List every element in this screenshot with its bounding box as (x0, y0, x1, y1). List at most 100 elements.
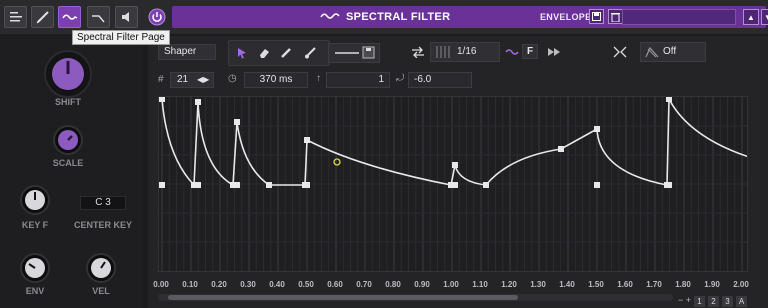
key-follow-knob[interactable] (20, 185, 50, 215)
x-tick-label: 0.70 (356, 280, 372, 289)
sustain-field[interactable]: 1 (326, 72, 390, 88)
play-skip-icon[interactable] (546, 45, 562, 59)
sustain-arrow-icon: ↑ (316, 73, 321, 84)
spectral-filter-page-tab[interactable] (58, 6, 81, 28)
preset-down-icon[interactable]: ▼ (761, 9, 768, 25)
mode-select[interactable]: Shaper (158, 44, 216, 60)
line-shape-select[interactable] (328, 43, 380, 63)
preset-up-icon[interactable]: ▲ (743, 9, 759, 25)
retrigger-select[interactable]: Off (640, 42, 706, 62)
x-tick-label: 1.30 (530, 280, 546, 289)
curve-icon: ⤾ (396, 73, 405, 84)
hash-icon: # (158, 74, 164, 85)
steps-field[interactable]: 21 ◀▶ (170, 72, 214, 88)
collapse-arrows-icon[interactable] (612, 45, 628, 59)
pencil-icon[interactable] (275, 43, 297, 63)
grid-select[interactable]: 1/16 (430, 42, 500, 62)
filter-curve-tab[interactable] (87, 6, 110, 28)
shuffle-icon[interactable] (410, 45, 426, 59)
page-button[interactable]: 2 (708, 296, 719, 307)
menu-icon[interactable] (4, 6, 27, 28)
save-preset-icon[interactable] (589, 9, 604, 24)
page-button[interactable]: 3 (722, 296, 733, 307)
envelope-node (234, 182, 240, 188)
x-tick-label: 1.20 (501, 280, 517, 289)
x-tick-label: 1.70 (646, 280, 662, 289)
x-tick-label: 1.00 (443, 280, 459, 289)
tooltip: Spectral Filter Page (72, 30, 170, 45)
shift-label: SHIFT (55, 97, 81, 107)
clock-icon: ◷ (228, 73, 237, 84)
wave-icon (320, 11, 342, 24)
x-tick-label: 0.20 (211, 280, 227, 289)
x-tick-label: 1.80 (675, 280, 691, 289)
f-button[interactable]: F (522, 44, 538, 59)
envelope-preset-field[interactable] (622, 9, 736, 25)
envelope-node (594, 182, 600, 188)
envelope-node (304, 137, 310, 143)
select-arrow-icon[interactable] (231, 43, 253, 63)
curve-field[interactable]: -6.0 (408, 72, 472, 88)
scale-knob[interactable] (53, 125, 83, 155)
retrigger-value: Off (663, 46, 677, 57)
vel-label: VEL (92, 286, 110, 296)
left-panel: SHIFT SCALE KEY F C 3 CENTER KEY ENV VEL (0, 34, 143, 308)
x-tick-label: 0.40 (269, 280, 285, 289)
envelope-node (234, 119, 240, 125)
x-tick-label: 1.40 (559, 280, 575, 289)
envelope-node (666, 97, 672, 102)
x-tick-label: 0.80 (385, 280, 401, 289)
brush-icon[interactable] (299, 43, 321, 63)
env-knob[interactable] (20, 253, 50, 283)
eraser-icon[interactable] (253, 43, 275, 63)
power-icon[interactable] (146, 7, 168, 27)
module-title-bar: SPECTRAL FILTER ENVELOPE ▲ ▼ (172, 6, 768, 28)
env-label: ENV (25, 286, 45, 296)
zoom-minus-plus-icon[interactable]: − + (678, 295, 691, 305)
x-tick-label: 1.90 (704, 280, 720, 289)
x-tick-label: 0.10 (182, 280, 198, 289)
edit-tools (228, 40, 330, 66)
envelope-node (452, 182, 458, 188)
horizontal-scrollbar[interactable] (158, 294, 673, 301)
envelope-node (594, 126, 600, 132)
envelope-node (159, 97, 165, 102)
delete-preset-icon[interactable] (608, 9, 623, 24)
page-button[interactable]: 1 (694, 296, 705, 307)
envelope-node (266, 182, 272, 188)
x-tick-label: 0.00 (153, 280, 169, 289)
pen-edit-icon[interactable] (31, 6, 54, 28)
envelope-graph[interactable] (158, 96, 748, 272)
envelope-graph-canvas[interactable] (159, 97, 747, 271)
envelope-node (195, 182, 201, 188)
snap-wave-icon[interactable] (504, 46, 520, 58)
velocity-knob[interactable] (86, 253, 116, 283)
curve-handle (333, 158, 341, 166)
x-tick-label: 0.90 (414, 280, 430, 289)
grid-value: 1/16 (457, 46, 477, 57)
center-key-label: CENTER KEY (74, 220, 133, 230)
x-tick-label: 1.50 (588, 280, 604, 289)
key-follow-label: KEY F (21, 220, 49, 230)
scrollbar-thumb[interactable] (168, 295, 518, 300)
speaker-icon[interactable] (115, 6, 138, 28)
shift-knob[interactable] (44, 50, 92, 98)
top-bar: SPECTRAL FILTER ENVELOPE ▲ ▼ (0, 0, 768, 34)
x-tick-label: 0.50 (298, 280, 314, 289)
x-tick-label: 0.30 (240, 280, 256, 289)
envelope-node (195, 99, 201, 105)
scale-label: SCALE (52, 158, 84, 168)
x-tick-label: 1.60 (617, 280, 633, 289)
x-tick-label: 0.60 (327, 280, 343, 289)
center-key-field[interactable]: C 3 (80, 196, 126, 210)
envelope-curve (161, 97, 747, 187)
x-tick-label: 2.00 (733, 280, 749, 289)
envelope-label: ENVELOPE (540, 12, 592, 22)
time-field[interactable]: 370 ms (244, 72, 308, 88)
envelope-node (304, 182, 310, 188)
page-button[interactable]: A (736, 296, 747, 307)
x-tick-label: 1.10 (472, 280, 488, 289)
steps-arrows-icon[interactable]: ◀▶ (197, 73, 209, 87)
envelope-node (558, 146, 564, 152)
envelope-node (483, 182, 489, 188)
